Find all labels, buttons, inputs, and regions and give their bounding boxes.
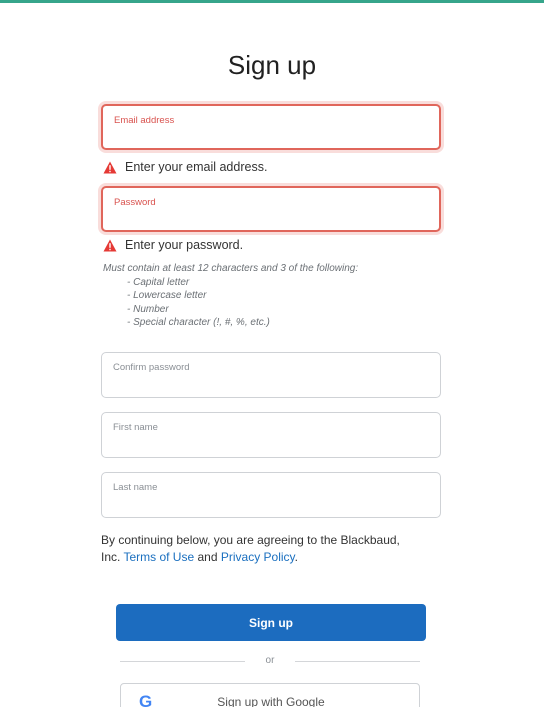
warning-icon xyxy=(103,239,117,251)
password-field[interactable]: Password xyxy=(101,186,441,232)
email-error-text: Enter your email address. xyxy=(125,160,268,174)
requirement-item: - Number xyxy=(127,303,169,315)
password-requirements: Must contain at least 12 characters and … xyxy=(103,262,358,330)
first-name-field-label: First name xyxy=(113,422,158,433)
email-input[interactable] xyxy=(113,126,429,142)
email-error: Enter your email address. xyxy=(103,160,267,174)
last-name-input[interactable] xyxy=(112,495,430,511)
last-name-field-label: Last name xyxy=(113,482,158,493)
requirement-item: - Capital letter xyxy=(127,276,190,288)
consent-text-part: and xyxy=(194,549,221,564)
first-name-field[interactable]: First name xyxy=(101,412,441,458)
privacy-policy-link[interactable]: Privacy Policy xyxy=(221,550,295,564)
last-name-field[interactable]: Last name xyxy=(101,472,441,518)
password-error-text: Enter your password. xyxy=(125,238,244,252)
requirement-item: - Lowercase letter xyxy=(127,290,207,301)
consent-text-part: . xyxy=(294,549,298,564)
warning-icon xyxy=(103,161,117,173)
requirement-item: - Special character (!, #, %, etc.) xyxy=(127,317,270,328)
email-field-label: Email address xyxy=(114,115,175,126)
sign-up-button[interactable]: Sign up xyxy=(116,604,426,641)
password-requirements-list: - Capital letter - Lowercase letter - Nu… xyxy=(103,276,358,330)
confirm-password-field[interactable]: Confirm password xyxy=(101,352,441,398)
confirm-password-input[interactable] xyxy=(112,375,430,391)
first-name-input[interactable] xyxy=(112,435,430,451)
password-field-label: Password xyxy=(114,197,156,208)
google-button-label: Sign up with Google xyxy=(217,695,325,707)
terms-of-use-link[interactable]: Terms of Use xyxy=(123,550,194,564)
password-input[interactable] xyxy=(113,208,429,224)
sign-up-with-google-button[interactable]: G Sign up with Google xyxy=(120,683,420,707)
password-error: Enter your password. xyxy=(103,238,243,252)
consent-text: By continuing below, you are agreeing to… xyxy=(101,532,421,565)
password-requirements-intro: Must contain at least 12 characters and … xyxy=(103,263,359,274)
page-title: Sign up xyxy=(227,50,317,80)
top-accent-bar xyxy=(0,0,544,3)
confirm-password-field-label: Confirm password xyxy=(113,362,190,373)
divider-label: or xyxy=(265,655,275,666)
or-divider: or xyxy=(120,655,420,666)
email-field[interactable]: Email address xyxy=(101,104,441,150)
